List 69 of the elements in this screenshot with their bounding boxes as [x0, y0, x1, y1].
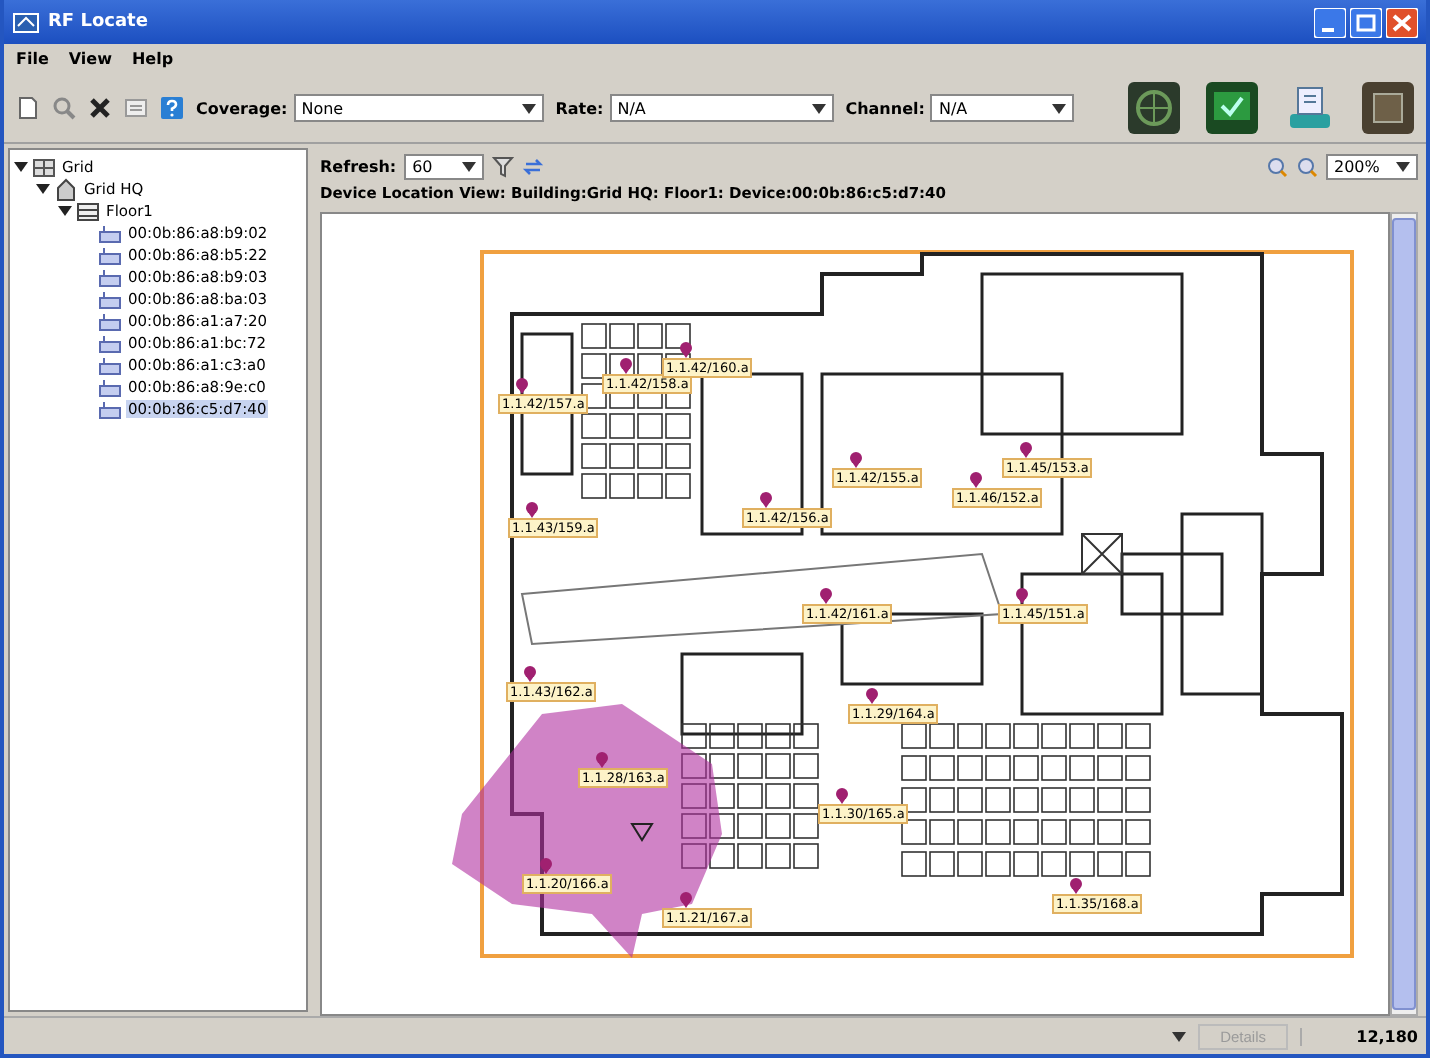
close-button[interactable]	[1386, 7, 1418, 37]
location-pin-icon	[1020, 442, 1032, 458]
location-pin-icon	[836, 788, 848, 804]
device-icon	[98, 397, 122, 421]
new-page-icon[interactable]	[16, 96, 40, 120]
location-pin-icon	[850, 452, 862, 468]
location-pin-icon	[1070, 878, 1082, 894]
location-pin-icon	[760, 492, 772, 508]
location-pin-icon	[516, 378, 528, 394]
location-pin-icon	[596, 752, 608, 768]
device-icon	[98, 353, 122, 377]
location-pin-icon	[540, 858, 552, 874]
grid-icon	[32, 155, 56, 179]
field-label: Refresh:	[320, 157, 397, 175]
location-pin-icon	[680, 342, 692, 358]
field-label: Channel:	[845, 99, 925, 117]
location-pin-icon	[524, 666, 536, 682]
caret-icon[interactable]	[1172, 1031, 1187, 1041]
zoom-in-icon[interactable]	[1266, 155, 1288, 177]
device-icon	[98, 309, 122, 333]
help-icon[interactable]	[160, 96, 184, 120]
field-label: Coverage:	[196, 99, 288, 117]
caret-icon[interactable]	[462, 161, 477, 171]
device-icon	[98, 221, 122, 245]
device-icon	[98, 265, 122, 289]
building-icon	[54, 177, 78, 201]
expanded-toggle-icon[interactable]	[14, 160, 28, 174]
location-pin-icon	[970, 472, 982, 488]
access-point-icon[interactable]	[1284, 82, 1336, 134]
location-pin-icon	[866, 688, 878, 704]
device-marker-icon	[630, 823, 654, 842]
monitor-icon[interactable]	[1206, 82, 1258, 134]
menu-item[interactable]: File	[16, 50, 49, 68]
location-pin-icon	[1016, 588, 1028, 604]
caret-icon[interactable]	[1396, 161, 1410, 171]
caret-icon[interactable]	[521, 103, 536, 113]
caret-icon[interactable]	[811, 103, 826, 113]
coordinates-text: 12,180	[1300, 1027, 1418, 1045]
location-pin-icon	[620, 358, 632, 374]
dropdown[interactable]: N/A	[609, 94, 834, 122]
maximize-button[interactable]	[1350, 7, 1382, 37]
location-pin-icon	[820, 588, 832, 604]
zoom-out-icon[interactable]	[1296, 155, 1318, 177]
chip-icon[interactable]	[1362, 82, 1414, 134]
device-icon	[98, 287, 122, 311]
dropdown[interactable]: None	[293, 94, 544, 122]
minimize-button[interactable]	[1314, 7, 1346, 37]
refresh-dropdown[interactable]: 60	[404, 153, 485, 179]
device-icon	[98, 331, 122, 355]
floor-icon	[76, 199, 100, 223]
delete-icon[interactable]	[88, 96, 112, 120]
app-icon	[12, 8, 40, 36]
expanded-toggle-icon[interactable]	[58, 204, 72, 218]
radar-icon[interactable]	[1128, 82, 1180, 134]
vertical-scrollbar[interactable]	[1390, 212, 1418, 1016]
zoom-dropdown[interactable]: 200%	[1326, 153, 1418, 179]
refresh-icon[interactable]	[522, 155, 545, 177]
filter-icon[interactable]	[492, 155, 515, 177]
location-pin-icon	[526, 502, 538, 518]
menu-item[interactable]: Help	[131, 50, 174, 68]
window-title: RF Locate	[48, 12, 150, 32]
device-icon	[98, 243, 122, 267]
caret-icon[interactable]	[1052, 103, 1067, 113]
menu-item[interactable]: View	[68, 50, 112, 68]
location-pin-icon	[680, 892, 692, 908]
dropdown[interactable]: N/A	[930, 94, 1075, 122]
field-label: Rate:	[555, 99, 604, 117]
expanded-toggle-icon[interactable]	[36, 182, 50, 196]
device-icon	[98, 375, 122, 399]
